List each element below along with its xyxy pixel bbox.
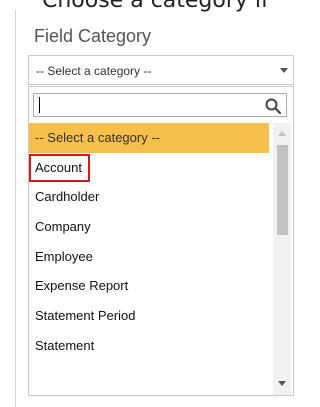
option-statement[interactable]: Statement	[29, 331, 269, 361]
chevron-down-icon[interactable]	[280, 68, 288, 73]
field-category-label: Field Category	[34, 26, 152, 46]
option-company[interactable]: Company	[29, 212, 269, 242]
options-scrollbar[interactable]	[273, 123, 291, 395]
search-input[interactable]	[34, 94, 266, 116]
scroll-up-arrow-icon[interactable]	[278, 131, 286, 136]
option-label: Company	[35, 219, 91, 235]
option-label: Employee	[35, 248, 93, 264]
option-label: Statement Period	[35, 308, 136, 324]
option-label: Cardholder	[35, 189, 100, 205]
option-label: Statement	[35, 337, 95, 353]
option-label: -- Select a category --	[35, 130, 160, 145]
scrollbar-thumb[interactable]	[277, 145, 288, 235]
page: Choose a category if Field Category -- S…	[0, 0, 295, 407]
category-dropdown: -- Select a category -- Account Cardhold…	[28, 86, 294, 396]
search-box[interactable]	[33, 93, 287, 117]
option-label: Account	[29, 153, 90, 182]
category-select[interactable]: -- Select a category --	[28, 55, 294, 85]
option-cardholder[interactable]: Cardholder	[29, 182, 269, 212]
option-statement-period[interactable]: Statement Period	[29, 301, 269, 331]
select-current-value: -- Select a category --	[36, 64, 152, 78]
text-cursor	[39, 97, 40, 113]
option-account[interactable]: Account	[29, 153, 269, 183]
option-select-a-category[interactable]: -- Select a category --	[29, 123, 269, 153]
option-expense-report[interactable]: Expense Report	[29, 271, 269, 301]
scroll-down-arrow-icon[interactable]	[278, 381, 286, 386]
search-icon[interactable]	[264, 97, 282, 115]
option-employee[interactable]: Employee	[29, 242, 269, 272]
option-label: Expense Report	[35, 278, 129, 294]
options-list: -- Select a category -- Account Cardhold…	[29, 123, 269, 395]
